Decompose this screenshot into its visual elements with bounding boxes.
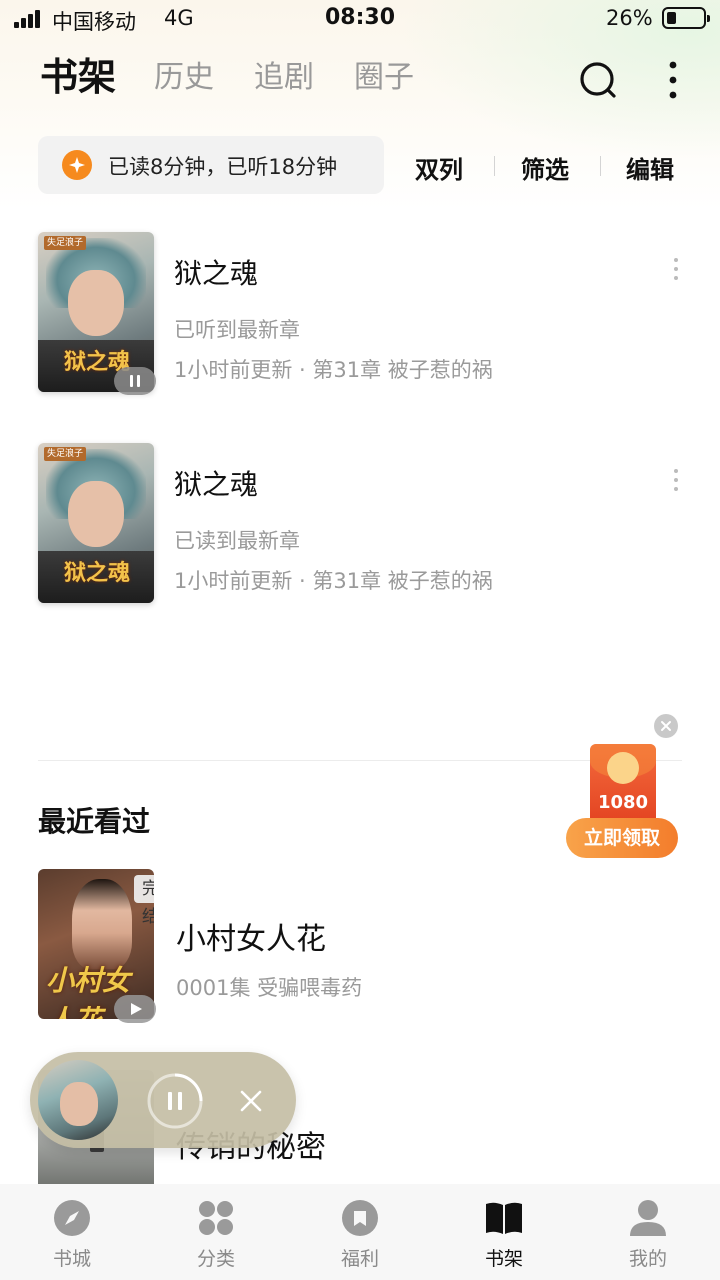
person-icon [630,1200,666,1236]
recent-title[interactable]: 小村女人花 [176,914,326,958]
book-update: 1小时前更新 · 第31章 被子惹的祸 [174,569,493,593]
coin-icon [607,752,639,784]
more-menu-icon[interactable] [660,58,686,102]
tab-history[interactable]: 历史 [154,52,214,96]
book-update: 1小时前更新 · 第31章 被子惹的祸 [174,358,493,382]
book-cover[interactable]: 失足浪子 狱之魂 [38,443,154,603]
pause-icon[interactable] [146,1072,204,1130]
shelf-book[interactable]: 失足浪子 狱之魂 狱之魂 已听到最新章 1小时前更新 · 第31章 被子惹的祸 [0,232,720,407]
reading-stats-text: 已读8分钟，已听18分钟 [108,155,338,179]
book-progress: 已听到最新章 [174,318,300,342]
status-bar: 中国移动 4G 08:30 26% [0,0,720,40]
recent-heading: 最近看过 [38,805,151,838]
pause-icon[interactable] [114,367,156,395]
bottom-nav: 书城 分类 福利 书架 我的 [0,1184,720,1280]
recent-episode: 0001集 受骗喂毒药 [176,976,363,1000]
mini-player-cover[interactable] [38,1060,118,1140]
item-more-icon[interactable] [668,256,684,282]
claim-button[interactable]: 立即领取 [566,818,678,858]
two-column-button[interactable]: 双列 [415,150,463,185]
top-tabs: 书架 历史 追剧 圈子 [0,52,720,112]
nav-welfare[interactable]: 福利 [288,1184,432,1280]
gift-icon [342,1200,378,1236]
battery-percent: 26% [606,6,653,30]
nav-bookshelf[interactable]: 书架 [432,1184,576,1280]
nav-bookstore[interactable]: 书城 [0,1184,144,1280]
item-more-icon[interactable] [668,467,684,493]
battery-icon [662,7,710,29]
completed-badge: 完结 [134,875,154,927]
tab-circle[interactable]: 圈子 [354,52,414,96]
search-icon[interactable] [578,60,618,100]
nav-profile[interactable]: 我的 [576,1184,720,1280]
book-title: 狱之魂 [174,257,259,290]
edit-button[interactable]: 编辑 [626,150,674,185]
divider [494,156,495,176]
mini-player[interactable] [30,1052,296,1148]
tab-series[interactable]: 追剧 [254,52,314,96]
book-progress: 已读到最新章 [174,529,300,553]
book-icon [486,1202,522,1234]
book-title: 狱之魂 [174,468,259,501]
play-icon[interactable] [114,995,156,1023]
red-packet-amount: 1080 [597,792,649,813]
compass-icon [54,1200,90,1236]
sparkle-icon [62,150,92,180]
divider [600,156,601,176]
grid-icon [199,1201,233,1235]
shelf-book[interactable]: 失足浪子 狱之魂 狱之魂 已读到最新章 1小时前更新 · 第31章 被子惹的祸 [0,443,720,618]
filter-button[interactable]: 筛选 [521,150,569,185]
close-icon[interactable] [654,714,678,738]
section-divider [38,760,682,761]
nav-category[interactable]: 分类 [144,1184,288,1280]
reading-stats[interactable]: 已读8分钟，已听18分钟 [38,136,384,194]
tab-bookshelf[interactable]: 书架 [40,46,116,101]
close-icon[interactable] [238,1088,264,1114]
